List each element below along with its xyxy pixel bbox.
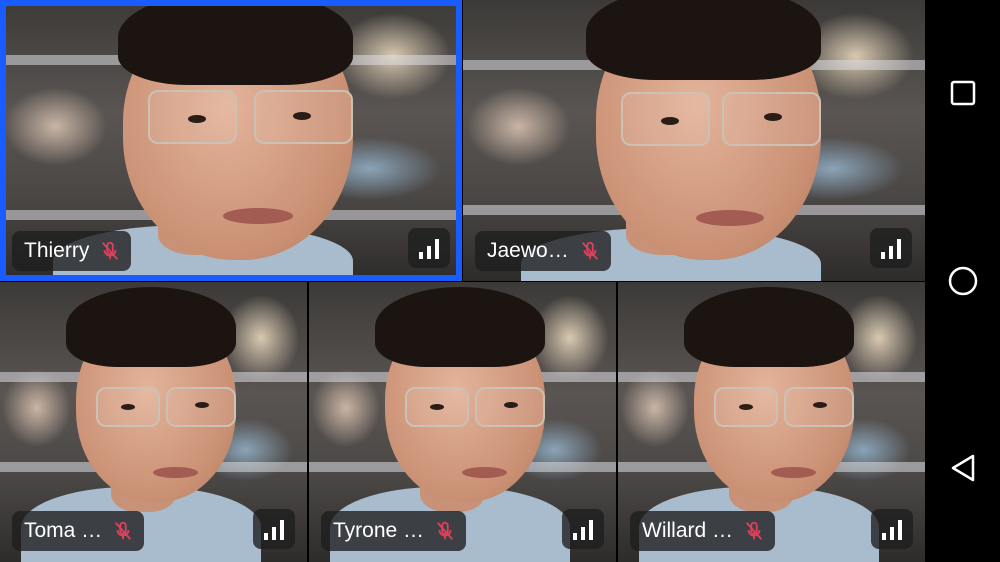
participant-name: Thierry [24,239,90,262]
video-grid: Thierry Jaewo… Toma … Tyrone … Willard … [0,0,925,562]
participant-tile-toma[interactable]: Toma … [0,282,307,562]
mic-off-icon [581,241,598,260]
participant-tile-thierry[interactable]: Thierry [0,0,462,281]
participant-name-badge: Toma … [12,511,145,551]
recents-square-icon[interactable] [943,73,983,113]
participant-name-badge: Jaewo… [475,231,611,271]
participant-tile-jaewo[interactable]: Jaewo… [463,0,925,281]
signal-strength-icon [870,228,912,268]
participant-tile-willard[interactable]: Willard … [618,282,925,562]
participant-name: Toma … [24,519,103,542]
participant-name-badge: Tyrone … [321,511,467,551]
system-navigation-bar [925,0,1000,562]
mic-off-icon [102,241,119,260]
signal-strength-icon [871,509,913,549]
mic-off-icon [745,521,763,540]
signal-strength-icon [562,509,604,549]
participant-tile-tyrone[interactable]: Tyrone … [309,282,616,562]
mic-off-icon [437,521,454,540]
home-circle-icon[interactable] [943,261,983,301]
participant-name-badge: Thierry [12,231,132,271]
participant-name-badge: Willard … [630,511,776,551]
participant-name: Willard … [642,519,734,542]
back-triangle-icon[interactable] [943,448,983,488]
participant-name: Tyrone … [333,519,425,542]
signal-strength-icon [408,228,450,268]
participant-name: Jaewo… [487,239,569,262]
mic-off-icon [115,521,132,540]
signal-strength-icon [253,509,295,549]
